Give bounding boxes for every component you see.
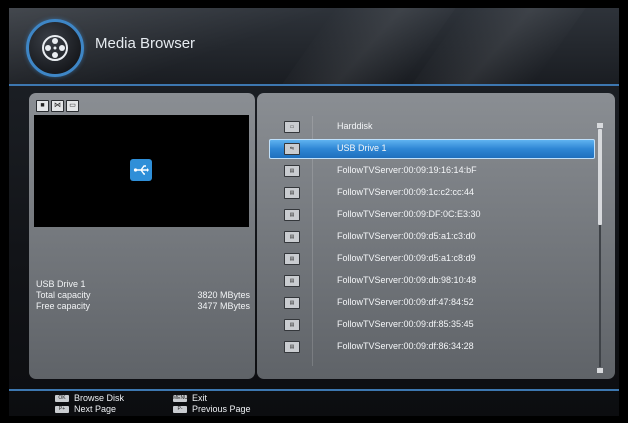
device-info-panel: ■ ⋈ ▭ USB Drive 1 Total capacity 3820 MB…	[29, 93, 255, 379]
menu-key-icon: MENU	[173, 394, 188, 402]
device-info: USB Drive 1 Total capacity 3820 MBytes F…	[36, 279, 250, 312]
total-capacity-value: 3820 MBytes	[197, 290, 250, 300]
ok-key-icon: OK	[55, 394, 69, 402]
folder-icon[interactable]: ▭	[66, 100, 79, 112]
list-item[interactable]: ▤ FollowTVServer:00:09:df:47:84:52	[269, 292, 595, 314]
next-page-hint[interactable]: P+ Next Page	[55, 404, 116, 414]
previous-page-label: Previous Page	[192, 404, 251, 414]
server-icon: ▤	[284, 253, 300, 265]
scroll-up-icon[interactable]	[597, 123, 603, 128]
list-item-label: FollowTVServer:00:09:1c:c2:cc:44	[337, 187, 475, 197]
exit-hint[interactable]: MENU Exit	[173, 393, 207, 403]
usb-icon: ⇋	[284, 143, 300, 155]
scrollbar-thumb[interactable]	[598, 129, 602, 225]
stop-icon[interactable]: ■	[36, 100, 49, 112]
harddisk-icon: ▭	[284, 121, 300, 133]
list-item[interactable]: ▭ Harddisk	[269, 116, 595, 138]
list-item-label: FollowTVServer:00:09:df:86:34:28	[337, 341, 474, 351]
list-item[interactable]: ▤ FollowTVServer:00:09:1c:c2:cc:44	[269, 182, 595, 204]
device-list-panel: ▭ Harddisk ⇋ USB Drive 1 ▤ FollowTVServer:00:…	[257, 93, 615, 379]
list-item[interactable]: ▤ FollowTVServer:00:09:db:98:10:48	[269, 270, 595, 292]
film-reel-icon	[26, 19, 84, 77]
device-list: ▭ Harddisk ⇋ USB Drive 1 ▤ FollowTVServer:00:…	[269, 116, 595, 358]
server-icon: ▤	[284, 341, 300, 353]
list-item[interactable]: ▤ FollowTVServer:00:09:d5:a1:c8:d9	[269, 248, 595, 270]
device-name: USB Drive 1	[36, 279, 86, 289]
network-icon[interactable]: ⋈	[51, 100, 64, 112]
server-icon: ▤	[284, 209, 300, 221]
list-item[interactable]: ▤ FollowTVServer:00:09:19:16:14:bF	[269, 160, 595, 182]
list-item-label: FollowTVServer:00:09:df:47:84:52	[337, 297, 474, 307]
media-browser-screen: Media Browser ■ ⋈ ▭ USB Drive 1 Total ca…	[9, 8, 619, 416]
list-item-label: Harddisk	[337, 121, 373, 131]
server-icon: ▤	[284, 319, 300, 331]
scroll-down-icon[interactable]	[597, 368, 603, 373]
list-item[interactable]: ▤ FollowTVServer:00:09:df:85:35:45	[269, 314, 595, 336]
server-icon: ▤	[284, 275, 300, 287]
next-page-label: Next Page	[74, 404, 117, 414]
server-icon: ▤	[284, 165, 300, 177]
list-item[interactable]: ▤ FollowTVServer:00:09:DF:0C:E3:30	[269, 204, 595, 226]
free-capacity-value: 3477 MBytes	[197, 301, 250, 311]
total-capacity-label: Total capacity	[36, 290, 91, 300]
list-item[interactable]: ▤ FollowTVServer:00:09:df:86:34:28	[269, 336, 595, 358]
server-icon: ▤	[284, 231, 300, 243]
page-title: Media Browser	[95, 35, 196, 52]
previous-page-hint[interactable]: P- Previous Page	[173, 404, 251, 414]
preview-area	[34, 115, 249, 227]
list-item-label: FollowTVServer:00:09:d5:a1:c8:d9	[337, 253, 476, 263]
header: Media Browser	[9, 8, 619, 86]
page-down-key-icon: P-	[173, 405, 187, 413]
usb-icon	[130, 159, 152, 181]
list-item[interactable]: ⇋ USB Drive 1	[269, 138, 595, 160]
selection-highlight	[269, 139, 595, 159]
footer: OK Browse Disk P+ Next Page MENU Exit P-…	[9, 391, 619, 416]
list-item-label: FollowTVServer:00:09:19:16:14:bF	[337, 165, 477, 175]
page-up-key-icon: P+	[55, 405, 69, 413]
list-item-label: FollowTVServer:00:09:db:98:10:48	[337, 275, 477, 285]
server-icon: ▤	[284, 187, 300, 199]
server-icon: ▤	[284, 297, 300, 309]
scrollbar[interactable]	[597, 123, 603, 373]
list-item-label: FollowTVServer:00:09:df:85:35:45	[337, 319, 474, 329]
list-item-label: FollowTVServer:00:09:DF:0C:E3:30	[337, 209, 481, 219]
exit-label: Exit	[192, 393, 208, 403]
free-capacity-label: Free capacity	[36, 301, 91, 311]
browse-disk-label: Browse Disk	[74, 393, 125, 403]
list-item-label: FollowTVServer:00:09:d5:a1:c3:d0	[337, 231, 476, 241]
list-item[interactable]: ▤ FollowTVServer:00:09:d5:a1:c3:d0	[269, 226, 595, 248]
list-item-label: USB Drive 1	[337, 143, 387, 153]
preview-toolbar: ■ ⋈ ▭	[36, 100, 79, 112]
browse-disk-hint[interactable]: OK Browse Disk	[55, 393, 124, 403]
